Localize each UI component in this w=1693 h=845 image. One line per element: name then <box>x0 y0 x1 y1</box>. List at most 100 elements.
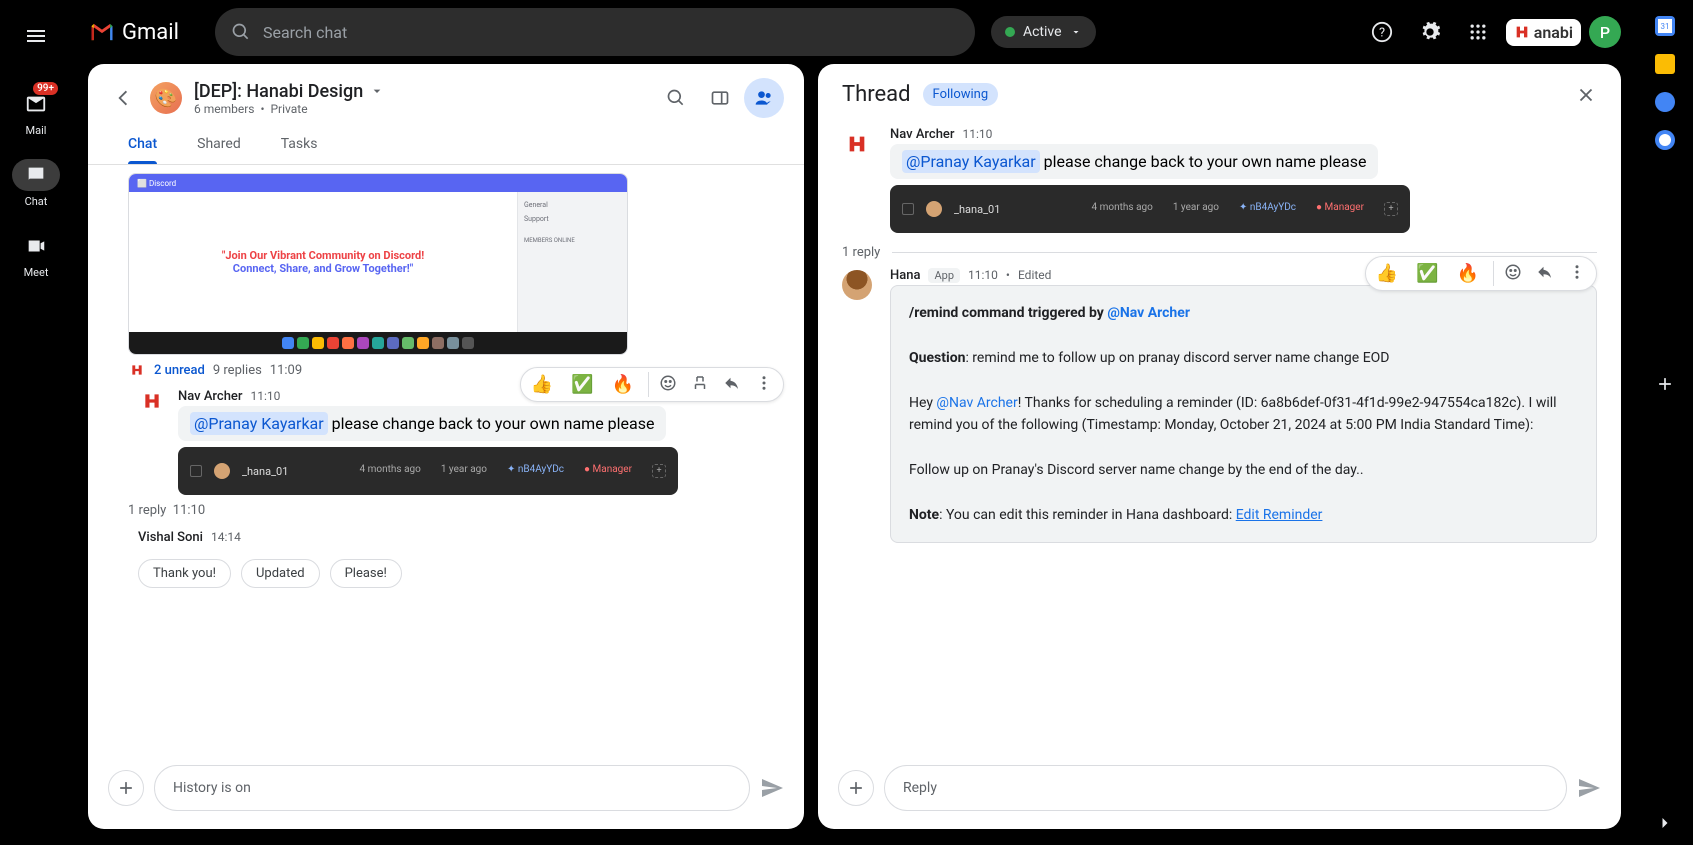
search-input[interactable] <box>263 23 959 42</box>
messages-list: ⬜ Discord "Join Our Vibrant Community on… <box>88 165 804 755</box>
app-badge: App <box>928 268 960 283</box>
thread-message: Hana App 11:10 • Edited /remind command … <box>842 268 1597 543</box>
side-panel-rail: 31 <box>1637 0 1693 845</box>
emoji-picker-button[interactable] <box>1498 261 1528 286</box>
message-time: 14:14 <box>211 530 241 544</box>
nav-mail[interactable]: 99+ Mail <box>8 80 64 145</box>
status-label: Active <box>1023 24 1062 40</box>
mention[interactable]: @Pranay Kayarkar <box>190 412 328 435</box>
nav-meet[interactable]: Meet <box>8 222 64 287</box>
thread-button[interactable] <box>685 372 715 397</box>
mention[interactable]: @Nav Archer <box>936 395 1017 411</box>
message-time: 11:10 <box>962 127 992 141</box>
main-column: Gmail Active ? anabi P 🎨 <box>72 0 1637 845</box>
mini-avatar-icon <box>214 463 230 479</box>
emoji-picker-button[interactable] <box>653 372 683 397</box>
svg-text:?: ? <box>1379 26 1385 41</box>
main-menu-button[interactable] <box>12 12 60 60</box>
following-chip[interactable]: Following <box>923 83 999 106</box>
reply-button[interactable] <box>717 372 747 397</box>
reply-summary[interactable]: 1 reply 11:10 <box>88 499 804 526</box>
hanabi-chip[interactable]: anabi <box>1506 19 1581 46</box>
space-search-button[interactable] <box>656 78 696 118</box>
message-author: Hana <box>890 268 920 283</box>
account-avatar[interactable]: P <box>1589 16 1621 48</box>
reaction-toolbar: 👍 ✅ 🔥 <box>1365 256 1597 291</box>
tasks-icon[interactable] <box>1655 92 1675 112</box>
help-button[interactable]: ? <box>1362 12 1402 52</box>
chevron-down-icon <box>1070 26 1082 38</box>
message-bubble: @Pranay Kayarkar please change back to y… <box>890 144 1378 179</box>
compose-input[interactable]: History is on <box>154 765 750 811</box>
compose-row: History is on <box>88 755 804 829</box>
smart-reply-chip[interactable]: Please! <box>330 559 402 588</box>
brand-label: Gmail <box>122 20 179 45</box>
tab-chat[interactable]: Chat <box>108 124 177 164</box>
search-bar[interactable] <box>215 8 975 56</box>
mail-badge: 99+ <box>33 82 58 95</box>
space-title[interactable]: [DEP]: Hanabi Design <box>194 81 644 102</box>
reaction-fire[interactable]: 🔥 <box>606 372 640 397</box>
space-avatar: 🎨 <box>150 82 182 114</box>
mention[interactable]: @Pranay Kayarkar <box>902 150 1040 173</box>
tab-tasks[interactable]: Tasks <box>261 124 338 164</box>
reaction-check[interactable]: ✅ <box>565 372 599 397</box>
reply-button[interactable] <box>1530 261 1560 286</box>
top-bar: Gmail Active ? anabi P <box>72 0 1637 64</box>
message-author: Vishal Soni <box>138 530 203 545</box>
nav-mail-label: Mail <box>26 124 47 137</box>
gmail-logo[interactable]: Gmail <box>88 18 179 46</box>
calendar-icon[interactable]: 31 <box>1655 16 1675 36</box>
add-addon-button[interactable] <box>1645 364 1685 404</box>
chat-panel: 🎨 [DEP]: Hanabi Design 6 members • Priva… <box>88 64 804 829</box>
plus-icon: + <box>1384 202 1398 216</box>
nav-chat[interactable]: Chat <box>8 151 64 216</box>
content-area: 🎨 [DEP]: Hanabi Design 6 members • Priva… <box>72 64 1637 845</box>
reply-count: 9 replies <box>213 363 262 378</box>
send-button[interactable] <box>1577 776 1601 800</box>
compose-add-button[interactable] <box>838 770 874 806</box>
send-button[interactable] <box>760 776 784 800</box>
reply-input[interactable]: Reply <box>884 765 1567 811</box>
message-author: Nav Archer <box>178 389 242 404</box>
nav-meet-label: Meet <box>24 266 49 279</box>
collapse-side-panel-button[interactable] <box>1655 813 1675 833</box>
attachment-bar[interactable]: _hana_01 4 months ago 1 year ago ✦ nB4Ay… <box>890 185 1410 233</box>
settings-button[interactable] <box>1410 12 1450 52</box>
thread-time: 11:09 <box>270 363 302 378</box>
reaction-fire[interactable]: 🔥 <box>1451 261 1485 286</box>
image-attachment[interactable]: ⬜ Discord "Join Our Vibrant Community on… <box>128 173 628 355</box>
toggle-panel-button[interactable] <box>700 78 740 118</box>
checkbox-icon <box>190 465 202 477</box>
thread-title: Thread <box>842 82 911 107</box>
compose-add-button[interactable] <box>108 770 144 806</box>
close-thread-button[interactable] <box>1575 84 1597 106</box>
more-button[interactable] <box>749 372 779 397</box>
chevron-down-icon <box>369 83 385 99</box>
mention[interactable]: @Nav Archer <box>1107 305 1190 321</box>
tab-shared[interactable]: Shared <box>177 124 261 164</box>
reaction-thumbs-up[interactable]: 👍 <box>525 372 559 397</box>
edited-label: Edited <box>1018 268 1051 282</box>
reaction-thumbs-up[interactable]: 👍 <box>1370 261 1404 286</box>
nav-rail: 99+ Mail Chat Meet <box>0 0 72 845</box>
thread-header: Thread Following <box>818 64 1621 119</box>
smart-reply-chip[interactable]: Thank you! <box>138 559 231 588</box>
smart-reply-chip[interactable]: Updated <box>241 559 320 588</box>
message-item: Vishal Soni 14:14 <box>88 526 804 551</box>
members-button[interactable] <box>744 78 784 118</box>
apps-button[interactable] <box>1458 12 1498 52</box>
thread-compose-row: Reply <box>818 755 1621 829</box>
edit-reminder-link[interactable]: Edit Reminder <box>1236 507 1323 523</box>
message-item: Nav Archer 11:10 @Pranay Kayarkar please… <box>88 385 804 499</box>
keep-icon[interactable] <box>1655 54 1675 74</box>
status-chip[interactable]: Active <box>991 16 1096 48</box>
contacts-icon[interactable] <box>1655 130 1675 150</box>
reaction-check[interactable]: ✅ <box>1410 261 1444 286</box>
back-button[interactable] <box>108 83 138 113</box>
hanabi-logo-icon <box>1514 24 1530 40</box>
thread-message: Nav Archer 11:10 @Pranay Kayarkar please… <box>842 127 1597 233</box>
more-button[interactable] <box>1562 261 1592 286</box>
attachment-bar[interactable]: _hana_01 4 months ago 1 year ago ✦ nB4Ay… <box>178 447 678 495</box>
search-icon <box>231 22 251 42</box>
